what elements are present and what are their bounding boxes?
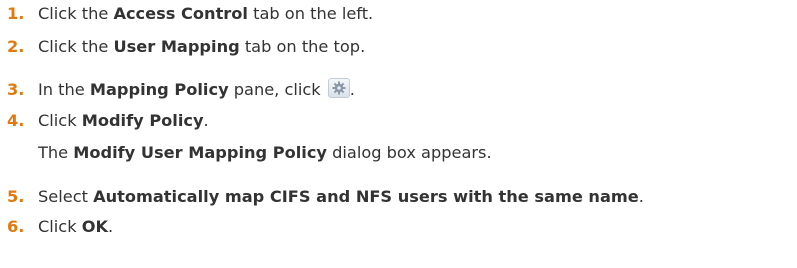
text-segment: Click — [38, 111, 82, 130]
step-text: Select Automatically map CIFS and NFS us… — [38, 185, 644, 209]
text-segment: Click the — [38, 4, 114, 23]
step-result-text: The Modify User Mapping Policy dialog bo… — [38, 141, 492, 165]
step-text: Click the User Mapping tab on the top. — [38, 35, 365, 59]
ui-term: Modify User Mapping Policy — [73, 143, 327, 162]
step-text: Click Modify Policy. — [38, 109, 209, 133]
text-segment: Select — [38, 187, 94, 206]
ui-term: Mapping Policy — [89, 80, 229, 99]
step-number: 6. — [7, 217, 25, 236]
step-text: Click OK. — [38, 215, 113, 239]
ui-term: Automatically map CIFS and NFS users wit… — [93, 187, 639, 206]
gear-icon-glyph — [332, 81, 346, 95]
text-segment: . — [638, 187, 644, 206]
text-segment: The — [38, 143, 74, 162]
step-number: 3. — [7, 80, 25, 99]
text-segment: tab on the left. — [247, 4, 374, 23]
gear-icon — [327, 78, 350, 98]
text-segment: In the — [38, 80, 90, 99]
text-segment: Click the — [38, 37, 114, 56]
step-number: 1. — [7, 4, 25, 23]
text-segment: Click — [38, 217, 82, 236]
step-number: 5. — [7, 187, 25, 206]
step-number: 2. — [7, 37, 25, 56]
ui-term: Modify Policy — [81, 111, 204, 130]
text-segment: dialog box appears. — [326, 143, 492, 162]
text-segment: pane, click — [228, 80, 326, 99]
step-text: Click the Access Control tab on the left… — [38, 2, 373, 26]
text-segment: . — [108, 217, 114, 236]
ui-term: User Mapping — [113, 37, 240, 56]
step-text: In the Mapping Policy pane, click . — [38, 78, 355, 102]
text-segment: . — [203, 111, 209, 130]
ui-term: OK — [81, 217, 109, 236]
step-number: 4. — [7, 111, 25, 130]
text-segment: tab on the top. — [239, 37, 366, 56]
ui-term: Access Control — [113, 4, 248, 23]
text-segment: . — [349, 80, 355, 99]
